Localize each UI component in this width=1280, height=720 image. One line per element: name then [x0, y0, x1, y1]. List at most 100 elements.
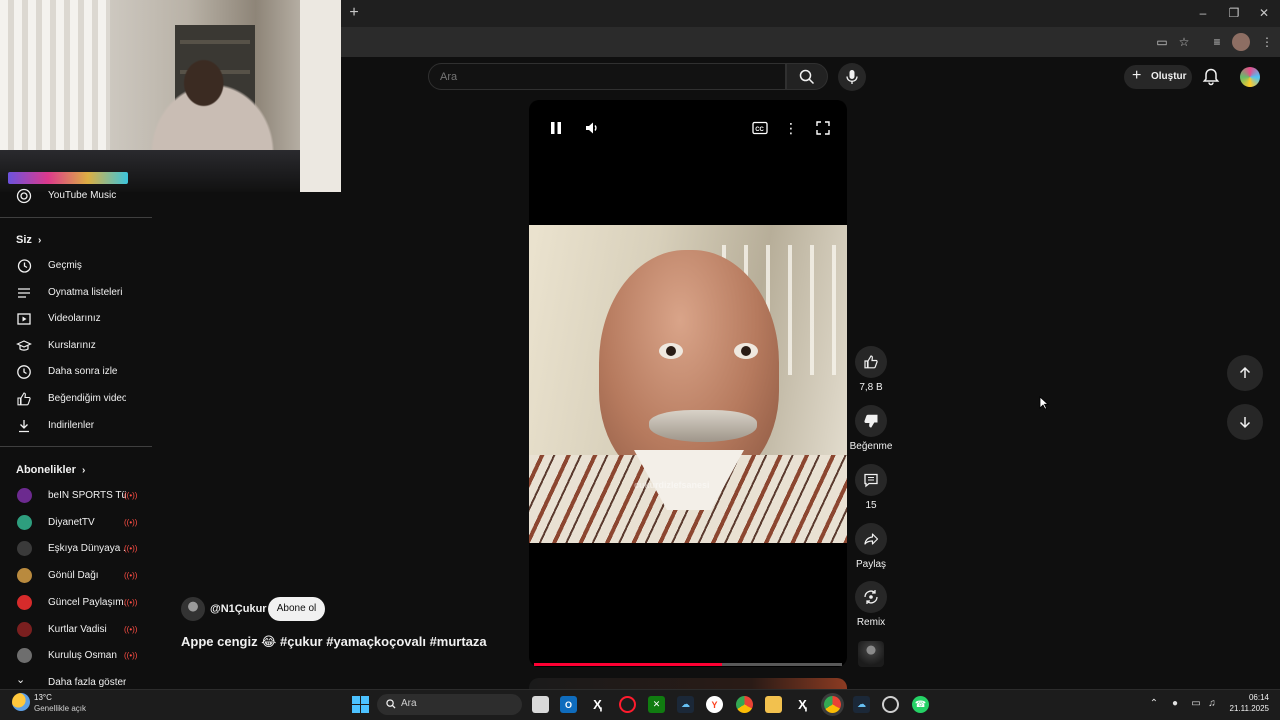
chrome-active-icon[interactable]	[824, 696, 841, 713]
channel-avatar[interactable]	[181, 597, 205, 621]
address-bar[interactable]	[346, 30, 1146, 54]
sidebar-item-subscription[interactable]: beIN SPORTS Tü...((•))	[0, 483, 152, 509]
sidebar-divider	[0, 217, 152, 218]
chevron-down-icon: ⌄	[16, 674, 26, 686]
taskbar-search[interactable]	[377, 694, 522, 715]
volume-icon[interactable]	[582, 118, 602, 138]
search-button[interactable]	[786, 63, 828, 90]
microphone-icon	[846, 70, 858, 84]
subscribe-button[interactable]: Abone ol	[268, 597, 325, 621]
previous-short-button[interactable]	[1227, 355, 1263, 391]
weather-temperature[interactable]: 13°C	[34, 693, 52, 702]
channel-avatar	[17, 594, 32, 610]
sidebar-item-subscription[interactable]: Kurtlar Vadisi ((•))	[0, 617, 152, 643]
create-button[interactable]: + Oluştur	[1124, 65, 1192, 89]
new-tab-button[interactable]: +	[346, 4, 362, 22]
you-section-heading[interactable]: Siz ›	[16, 234, 41, 246]
sidebar-item-playlists[interactable]: Oynatma listeleri	[0, 280, 152, 306]
taskbar-search-label: Ara	[401, 698, 417, 709]
xbox-icon[interactable]: ✕	[648, 696, 665, 713]
opera-icon[interactable]	[619, 696, 636, 713]
chevron-right-icon: ›	[81, 465, 86, 476]
channel-name[interactable]: @N1Çukur	[210, 603, 267, 615]
bookmark-star-icon[interactable]: ☆	[1175, 33, 1193, 51]
show-more-label: Daha fazla göster	[48, 677, 126, 688]
captions-icon[interactable]: CC	[750, 118, 770, 138]
tray-overflow-icon[interactable]: ⌃	[1147, 697, 1161, 711]
file-explorer-icon[interactable]	[765, 696, 782, 713]
install-app-icon[interactable]: ▭	[1153, 33, 1171, 51]
steam-icon[interactable]: ☁	[677, 696, 694, 713]
outlook-icon[interactable]: O	[560, 696, 577, 713]
volume-tray-icon[interactable]: ♫	[1205, 697, 1219, 711]
media-controls-icon[interactable]: ≡	[1208, 33, 1226, 51]
sidebar-item-subscription[interactable]: Kuruluş Osman ((•))	[0, 643, 152, 669]
browser-menu-icon[interactable]: ⋮	[1258, 33, 1276, 51]
weather-icon[interactable]	[12, 693, 30, 711]
video-frame[interactable]: cukurdizlefsanesi	[529, 225, 847, 543]
sidebar-item-label: YouTube Music	[48, 190, 117, 201]
sidebar-item-courses[interactable]: Kurslarınız	[0, 333, 152, 359]
sidebar-item-watch-later[interactable]: Daha sonra izle	[0, 359, 152, 385]
start-button[interactable]	[352, 696, 369, 713]
next-short-button[interactable]	[1227, 404, 1263, 440]
fullscreen-icon[interactable]	[813, 118, 833, 138]
sidebar-item-label: İndirilenler	[48, 420, 95, 431]
clock-time[interactable]: 06:14	[1247, 693, 1269, 702]
notifications-bell-icon[interactable]	[1201, 67, 1221, 87]
sidebar-item-subscription[interactable]: DiyanetTV ((•))	[0, 510, 152, 536]
sidebar-item-downloads[interactable]: İndirilenler	[0, 413, 152, 439]
dislike-button[interactable]: Beğenme	[850, 405, 892, 452]
liked-videos-icon	[17, 392, 31, 406]
share-button[interactable]: Paylaş	[854, 523, 888, 570]
remix-button[interactable]: Remix	[854, 581, 888, 628]
clock-date[interactable]: 21.11.2025	[1229, 704, 1269, 713]
share-label: Paylaş	[855, 559, 886, 570]
account-avatar[interactable]	[1240, 67, 1260, 87]
sound-thumbnail	[858, 641, 884, 667]
voice-search-button[interactable]	[838, 63, 866, 91]
search-input[interactable]	[440, 67, 740, 86]
sidebar-item-history[interactable]: Geçmiş	[0, 253, 152, 279]
sidebar-item-label: Kuruluş Osman	[48, 650, 117, 662]
close-window-button[interactable]: ✕	[1254, 4, 1274, 22]
youtube-music-icon	[16, 188, 32, 204]
task-view-icon[interactable]	[532, 696, 549, 713]
short-title: Appe cengiz 😂 #çukur #yamaçkoçovalı #mur…	[181, 634, 487, 649]
sidebar-item-your-videos[interactable]: Videolarınız	[0, 306, 152, 332]
sidebar-item-label: Videolarınız	[48, 313, 101, 324]
sidebar-item-label: Güncel Paylaşım...	[48, 596, 126, 608]
profile-avatar[interactable]	[1232, 33, 1250, 51]
steam-2-icon[interactable]: ☁	[853, 696, 870, 713]
pause-icon[interactable]	[546, 118, 566, 138]
sidebar-item-subscription[interactable]: Gönül Dağı ((•))	[0, 563, 152, 589]
weather-description[interactable]: Genellikle açık	[34, 704, 86, 713]
display-tray-icon[interactable]: ▭	[1189, 697, 1203, 711]
chrome-icon[interactable]	[736, 696, 753, 713]
sidebar-item-label: Gönül Dağı	[48, 570, 99, 582]
whatsapp-icon[interactable]: ☎	[912, 696, 929, 713]
like-button[interactable]: 7,8 B	[854, 346, 888, 393]
sidebar-item-subscription[interactable]: Güncel Paylaşım... ((•))	[0, 590, 152, 616]
channel-avatar	[17, 541, 32, 557]
sidebar-item-label: Kurslarınız	[48, 340, 96, 351]
restore-button[interactable]: ❐	[1224, 4, 1244, 22]
more-options-icon[interactable]: ⋮	[781, 118, 801, 138]
courses-icon	[16, 340, 32, 351]
yandex-icon[interactable]: Y	[706, 696, 723, 713]
app-g-icon[interactable]: Ҳ	[589, 696, 606, 713]
arrow-down-icon	[1239, 417, 1251, 429]
minimize-button[interactable]: –	[1193, 4, 1213, 22]
sidebar-item-liked-videos[interactable]: Beğendiğim videolar	[0, 386, 152, 412]
chevron-right-icon: ›	[37, 235, 42, 246]
microphone-tray-icon[interactable]: ●	[1168, 697, 1182, 711]
sidebar-item-label: Eşkıya Dünyaya ...	[48, 543, 126, 555]
app-circle-icon[interactable]	[882, 696, 899, 713]
create-label: Oluştur	[1151, 71, 1187, 82]
comments-button[interactable]: 15	[854, 464, 888, 511]
app-g2-icon[interactable]: Ҳ	[794, 696, 811, 713]
sound-source-button[interactable]	[854, 641, 888, 667]
subscriptions-heading[interactable]: Abonelikler ›	[16, 464, 85, 476]
sidebar-item-subscription[interactable]: Eşkıya Dünyaya ... ((•))	[0, 536, 152, 562]
sidebar-item-youtube-music[interactable]: YouTube Music	[0, 183, 152, 209]
